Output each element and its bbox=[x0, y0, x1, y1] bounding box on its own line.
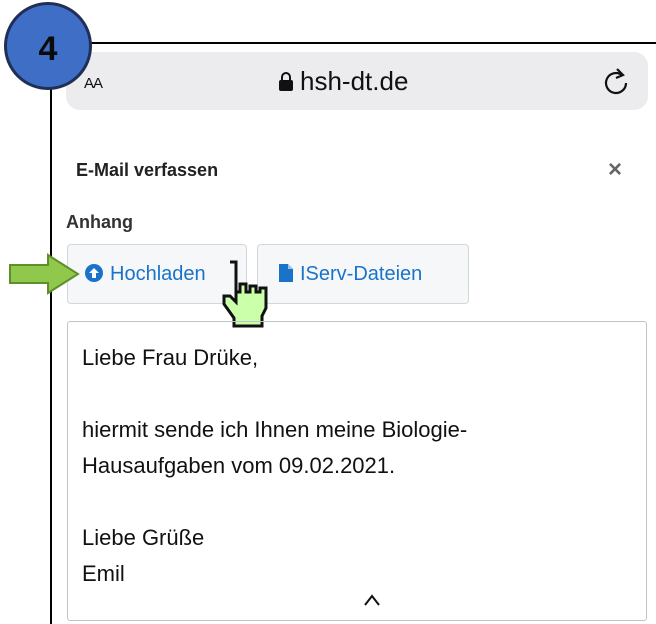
iserv-files-button-label: IServ-Dateien bbox=[300, 263, 423, 285]
reload-icon[interactable] bbox=[602, 66, 630, 96]
message-body-line-1: hiermit sende ich Ihnen meine Biologie- bbox=[82, 417, 468, 442]
step-badge: 4 bbox=[4, 2, 92, 90]
url-display[interactable]: hsh-dt.de bbox=[278, 66, 408, 97]
message-greeting: Liebe Frau Drüke, bbox=[82, 345, 259, 370]
message-signature: Emil bbox=[82, 561, 125, 586]
close-icon[interactable]: × bbox=[608, 156, 622, 184]
upload-circle-icon bbox=[85, 264, 103, 282]
file-icon bbox=[279, 264, 293, 282]
dialog-title: E-Mail verfassen bbox=[76, 160, 219, 180]
message-body-line-2: Hausaufgaben vom 09.02.2021. bbox=[82, 453, 396, 478]
attachment-label: Anhang bbox=[66, 212, 133, 232]
message-body-textarea[interactable]: Liebe Frau Drüke, hiermit sende ich Ihne… bbox=[67, 321, 647, 621]
upload-button-label: Hochladen bbox=[110, 263, 206, 285]
resize-caret-icon bbox=[364, 594, 380, 606]
message-closing: Liebe Grüße bbox=[82, 525, 205, 550]
reader-text-size-button[interactable]: AA bbox=[84, 68, 103, 94]
pointer-hand-icon bbox=[222, 260, 268, 328]
url-text: hsh-dt.de bbox=[300, 66, 409, 96]
lock-icon bbox=[279, 72, 293, 91]
browser-address-bar[interactable]: AA hsh-dt.de bbox=[66, 52, 648, 110]
green-arrow-icon bbox=[9, 253, 80, 295]
iserv-files-button[interactable]: IServ-Dateien bbox=[257, 244, 469, 304]
